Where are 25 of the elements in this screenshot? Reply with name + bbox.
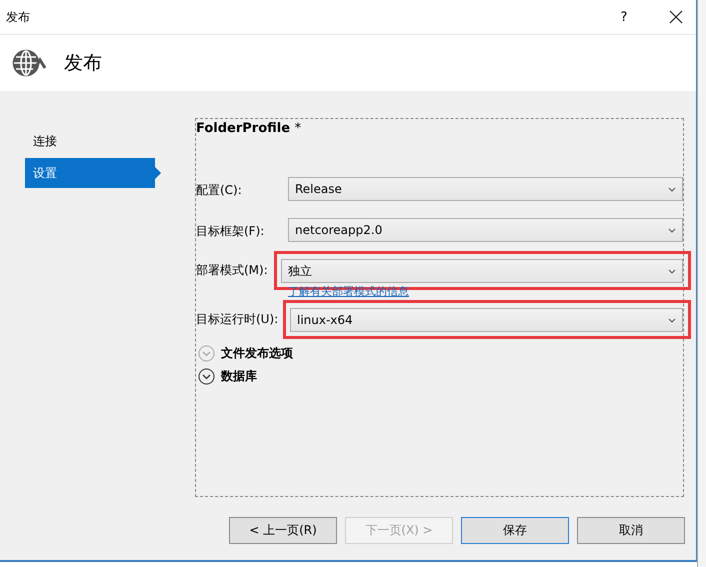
section-label: 数据库: [221, 368, 257, 385]
dialog-button[interactable]: 取消: [577, 517, 685, 544]
window-title: 发布: [6, 8, 31, 26]
field-label: 部署模式(M):: [196, 262, 269, 279]
section-label: 文件发布选项: [221, 345, 293, 362]
page-title: 发布: [64, 51, 102, 76]
dropdown[interactable]: netcoreapp2.0: [288, 218, 683, 242]
caret-icon: [668, 186, 676, 192]
chevron-icon[interactable]: [198, 368, 215, 385]
globe-arrow-icon: [12, 48, 46, 78]
field-label: 配置(C):: [196, 182, 243, 199]
dropdown[interactable]: linux-x64: [290, 308, 683, 332]
profile-title: FolderProfile *: [196, 121, 302, 136]
caret-icon: [668, 268, 676, 274]
dialog-button[interactable]: 保存: [461, 517, 569, 544]
field-label: 目标框架(F):: [196, 223, 266, 240]
caret-icon: [668, 228, 676, 232]
dropdown[interactable]: 独立: [281, 259, 683, 283]
help-button[interactable]: ?: [604, 10, 644, 24]
field-label: 目标运行时(U):: [196, 311, 280, 328]
dialog-button[interactable]: < 上一页(R): [229, 517, 337, 544]
caret-icon: [668, 318, 676, 322]
dropdown[interactable]: Release: [288, 177, 683, 201]
sidebar-item[interactable]: 设置: [25, 158, 161, 188]
sidebar-item[interactable]: 连接: [25, 126, 161, 156]
